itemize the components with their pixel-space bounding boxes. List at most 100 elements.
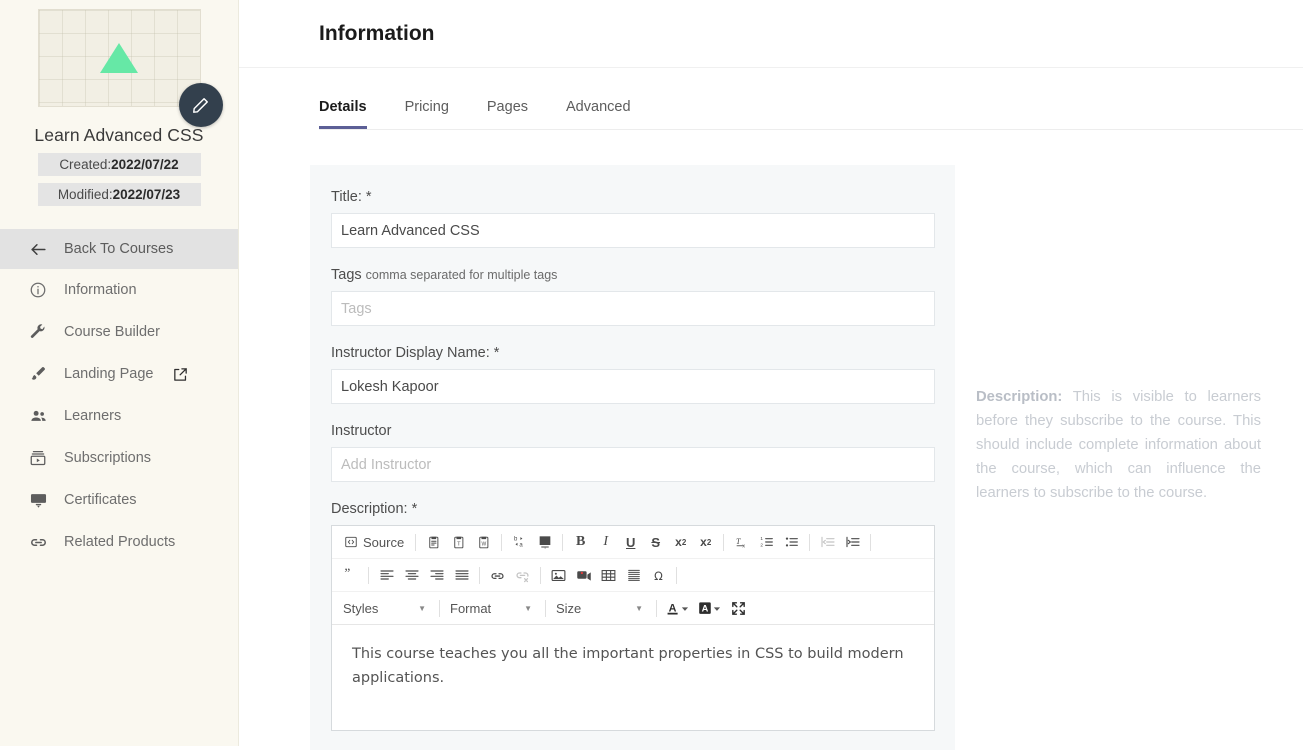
sidebar-item-certificates[interactable]: Certificates — [0, 479, 238, 521]
edit-thumbnail-button[interactable] — [178, 83, 223, 127]
special-character-icon[interactable]: Ω — [647, 564, 670, 587]
select-all-icon[interactable]: I — [533, 531, 556, 554]
toolbar-separator — [545, 599, 546, 617]
svg-text:T: T — [736, 537, 741, 546]
format-dropdown[interactable]: Format ▼ — [445, 597, 540, 620]
wrench-icon — [28, 322, 48, 342]
description-help-body: This is visible to learners before they … — [976, 389, 1261, 501]
sidebar-item-label: Information — [64, 282, 137, 298]
paste-from-word-icon[interactable]: W — [472, 531, 495, 554]
description-label: Description: * — [331, 501, 418, 517]
title-field-group: Title: * — [331, 189, 935, 248]
created-label: Created: — [59, 157, 112, 172]
instructor-input[interactable] — [331, 447, 935, 482]
sidebar-item-learners[interactable]: Learners — [0, 395, 238, 437]
svg-text:1: 1 — [760, 536, 763, 541]
table-icon[interactable] — [597, 564, 620, 587]
find-replace-icon[interactable]: b a — [508, 531, 531, 554]
instructor-display-name-input[interactable] — [331, 369, 935, 404]
indent-icon[interactable] — [841, 531, 864, 554]
certificate-icon — [28, 490, 48, 510]
sidebar-item-landing-page[interactable]: Landing Page — [0, 353, 238, 395]
instructor-display-name-group: Instructor Display Name: * — [331, 345, 935, 404]
svg-text:b: b — [514, 537, 518, 543]
tags-field-group: Tags comma separated for multiple tags — [331, 267, 935, 326]
modified-value: 2022/07/23 — [112, 187, 181, 202]
course-thumbnail — [37, 9, 201, 107]
tags-label-text: Tags — [331, 267, 362, 283]
editor-toolbar-row-2: ” Ω — [332, 559, 934, 592]
toolbar-separator — [870, 533, 872, 551]
sidebar-item-subscriptions[interactable]: Subscriptions — [0, 437, 238, 479]
tags-label: Tags comma separated for multiple tags — [331, 267, 934, 283]
video-icon[interactable] — [572, 564, 595, 587]
source-button[interactable]: Source — [339, 531, 409, 554]
remove-format-icon[interactable]: T x — [730, 531, 753, 554]
bulleted-list-icon[interactable] — [780, 531, 803, 554]
course-title: Learn Advanced CSS — [34, 125, 204, 145]
subscript-icon[interactable]: x2 — [669, 531, 692, 554]
outdent-icon — [816, 531, 839, 554]
description-editor-body[interactable]: This course teaches you all the importan… — [332, 625, 934, 730]
sidebar-item-back-to-courses[interactable]: Back To Courses — [0, 229, 238, 269]
sidebar-item-label: Back To Courses — [64, 241, 174, 257]
description-help-text: Description: This is visible to learners… — [976, 386, 1261, 506]
modified-badge: Modified:2022/07/23 — [37, 183, 201, 206]
justify-icon[interactable] — [450, 564, 473, 587]
external-link-icon[interactable] — [172, 366, 189, 383]
tab-advanced[interactable]: Advanced — [566, 99, 631, 129]
svg-text:T: T — [457, 541, 461, 547]
arrow-left-icon — [28, 239, 48, 259]
sidebar-item-label: Landing Page — [64, 366, 154, 382]
svg-text:”: ” — [344, 567, 350, 581]
toolbar-separator — [501, 533, 503, 551]
paste-as-plain-text-icon[interactable]: T — [447, 531, 470, 554]
superscript-icon[interactable]: x2 — [694, 531, 717, 554]
image-icon[interactable] — [547, 564, 570, 587]
rich-text-editor: Source T W b a I B I U S x 2 x 2 T x 1 2… — [331, 525, 935, 731]
toolbar-separator — [439, 599, 440, 617]
title-input[interactable] — [331, 213, 935, 248]
styles-dropdown[interactable]: Styles ▼ — [338, 597, 434, 620]
numbered-list-icon[interactable]: 1 2 — [755, 531, 778, 554]
sidebar-item-information[interactable]: Information — [0, 269, 238, 311]
chevron-down-icon: ▼ — [635, 603, 643, 613]
svg-text:a: a — [519, 543, 523, 549]
tab-details[interactable]: Details — [319, 99, 367, 129]
bold-icon[interactable]: B — [569, 531, 592, 554]
align-left-icon[interactable] — [375, 564, 398, 587]
svg-text:x: x — [742, 544, 745, 550]
instructor-group: Instructor — [331, 423, 935, 482]
background-color-icon[interactable]: A — [695, 597, 725, 620]
maximize-icon[interactable] — [727, 597, 750, 620]
sidebar-item-label: Related Products — [64, 534, 176, 550]
strikethrough-icon[interactable]: S — [644, 531, 667, 554]
size-dropdown[interactable]: Size ▼ — [551, 597, 651, 620]
created-value: 2022/07/22 — [111, 157, 179, 172]
tab-bar: Details Pricing Pages Advanced — [239, 99, 1303, 129]
toolbar-separator — [656, 599, 657, 617]
italic-icon[interactable]: I — [594, 531, 617, 554]
chevron-down-icon: ▼ — [418, 603, 426, 613]
sidebar-item-course-builder[interactable]: Course Builder — [0, 311, 238, 353]
tab-pricing[interactable]: Pricing — [405, 99, 449, 129]
page-header: Information — [239, 0, 1303, 68]
link-icon[interactable] — [486, 564, 509, 587]
align-center-icon[interactable] — [400, 564, 423, 587]
paste-icon[interactable] — [422, 531, 445, 554]
toolbar-separator — [540, 566, 541, 584]
blockquote-icon[interactable]: ” — [339, 564, 362, 587]
main-content: Information Details Pricing Pages Advanc… — [239, 0, 1303, 750]
text-color-icon[interactable]: A — [663, 597, 693, 620]
info-circle-icon — [28, 280, 48, 300]
tab-pages[interactable]: Pages — [487, 99, 528, 129]
horizontal-rule-icon[interactable] — [622, 564, 645, 587]
align-right-icon[interactable] — [425, 564, 448, 587]
underline-icon[interactable]: U — [619, 531, 642, 554]
source-icon — [345, 536, 357, 548]
created-badge: Created:2022/07/22 — [37, 153, 201, 176]
tags-input[interactable] — [331, 291, 935, 326]
sidebar: Learn Advanced CSS Created:2022/07/22 Mo… — [0, 0, 239, 746]
sidebar-item-related-products[interactable]: Related Products — [0, 521, 238, 563]
title-label: Title: * — [331, 189, 372, 205]
